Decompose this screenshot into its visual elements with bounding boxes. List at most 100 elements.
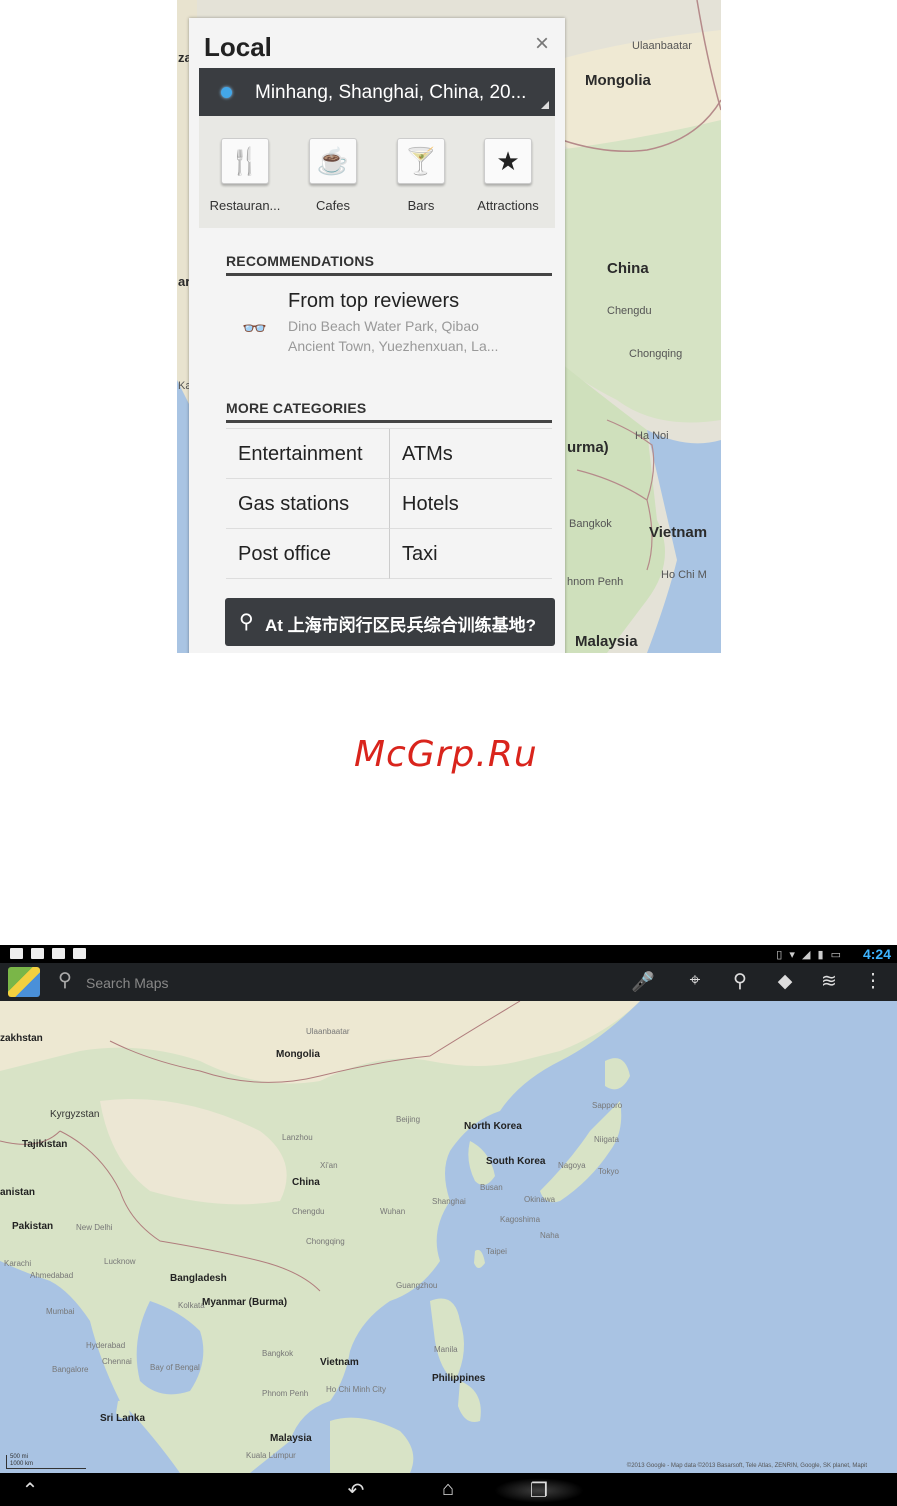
search-input[interactable]: [86, 973, 386, 993]
map-label-mumbai: Mumbai: [46, 1307, 75, 1316]
home-button[interactable]: ⌂: [428, 1478, 468, 1501]
close-icon[interactable]: ×: [535, 30, 549, 58]
layers-button[interactable]: ≋: [816, 970, 842, 993]
map-label-vietnam: Vietnam: [320, 1357, 359, 1368]
map-label-tokyo: Tokyo: [598, 1167, 619, 1176]
chat-notification-icon: [73, 948, 86, 959]
map-scale-bar: 500 mi 1000 km: [6, 1454, 86, 1469]
map-label-shanghai: Shanghai: [432, 1197, 466, 1206]
map-label-xian: Xi'an: [320, 1161, 338, 1170]
maps-tablet-screenshot: ▯ ▾ ◢ ▮ ▭ 4:24 ⚲ 🎤 ⌖ ⚲ ◆ ≋ ⋮: [0, 945, 897, 1506]
location-text: Minhang, Shanghai, China, 20...: [255, 82, 527, 103]
map-canvas: [0, 1001, 897, 1473]
location-selector[interactable]: Minhang, Shanghai, China, 20...: [199, 68, 555, 116]
map-label-wuhan: Wuhan: [380, 1207, 406, 1216]
map-label-ulaanbaatar: Ulaanbaatar: [632, 40, 692, 52]
category-gas-stations[interactable]: Gas stations: [226, 479, 389, 529]
up-chevron-icon[interactable]: ⌃: [10, 1478, 50, 1503]
local-screenshot: Ulaanbaatar Mongolia China Chengdu Chong…: [177, 0, 721, 653]
map-attribution: ©2013 Google - Map data ©2013 Basarsoft,…: [626, 1463, 867, 1469]
map-label-vietnam: Vietnam: [649, 524, 708, 541]
recommendation-title: From top reviewers: [288, 290, 460, 312]
category-taxi[interactable]: Taxi: [389, 529, 552, 579]
recommendation-subtitle: Ancient Town, Yuezhenxuan, La...: [288, 338, 499, 354]
at-location-bar[interactable]: ⚲ At 上海市闵行区民兵综合训练基地?: [225, 598, 555, 646]
section-divider: [226, 273, 552, 276]
map-label-busan: Busan: [480, 1183, 503, 1192]
directions-button[interactable]: ◆: [772, 970, 798, 993]
map-label-naha: Naha: [540, 1231, 560, 1240]
category-atms[interactable]: ATMs: [389, 429, 552, 479]
local-panel: Local × Minhang, Shanghai, China, 20... …: [189, 18, 565, 653]
system-nav-bar: ⌃ ↶ ⌂ ❐: [0, 1473, 897, 1506]
maps-app-icon[interactable]: [8, 967, 40, 997]
map-label-okinawa: Okinawa: [524, 1195, 556, 1204]
dropdown-corner-icon: [541, 101, 549, 109]
map-label-mongolia: Mongolia: [585, 72, 651, 89]
more-categories-grid: Entertainment ATMs Gas stations Hotels P…: [226, 428, 552, 579]
map-label-karachi: Karachi: [4, 1259, 32, 1268]
search-icon[interactable]: ⚲: [58, 969, 72, 992]
category-entertainment[interactable]: Entertainment: [226, 429, 389, 479]
voice-search-button[interactable]: 🎤: [630, 970, 656, 994]
map-label-south-korea: South Korea: [486, 1156, 546, 1167]
my-location-button[interactable]: ⌖: [682, 970, 708, 992]
map-label-taipei: Taipei: [486, 1247, 507, 1256]
map-label-bangladesh: Bangladesh: [170, 1273, 227, 1284]
category-label: Restauran...: [209, 198, 281, 213]
watermark-text: McGrp.Ru: [354, 734, 538, 775]
recommendation-item[interactable]: 👓 From top reviewers Dino Beach Water Pa…: [226, 286, 552, 372]
category-label: Attractions: [477, 198, 539, 213]
map-label-nagoya: Nagoya: [558, 1161, 586, 1170]
map-label-sapporo: Sapporo: [592, 1101, 623, 1110]
map-label-manila: Manila: [434, 1345, 458, 1354]
category-hotels[interactable]: Hotels: [389, 479, 552, 529]
ticket-star-icon: ★: [484, 138, 532, 184]
overflow-menu-button[interactable]: ⋮: [860, 970, 886, 993]
maps-action-bar: ⚲ 🎤 ⌖ ⚲ ◆ ≋ ⋮: [0, 963, 897, 1001]
map-label-malaysia: Malaysia: [270, 1433, 312, 1444]
category-cafes-button[interactable]: ☕ Cafes: [289, 138, 377, 213]
map-label-phnom-penh: hnom Penh: [567, 576, 624, 588]
mail-notification-icon: [52, 948, 65, 959]
map-label-kuala-lumpur: Kuala Lumpur: [246, 1451, 296, 1460]
notification-icons: [10, 948, 86, 959]
map-label-chengdu: Chengdu: [607, 305, 652, 317]
map-label-bangkok: Bangkok: [569, 518, 612, 530]
message-notification-icon: [31, 948, 44, 959]
scale-label-top: 500 mi: [10, 1454, 29, 1460]
category-bars-button[interactable]: 🍸 Bars: [377, 138, 465, 213]
map-label-ahmedabad: Ahmedabad: [30, 1271, 74, 1280]
map-label-kazakhstan: zakhstan: [0, 1033, 43, 1044]
back-button[interactable]: ↶: [336, 1478, 376, 1503]
map-label-north-korea: North Korea: [464, 1121, 522, 1132]
category-attractions-button[interactable]: ★ Attractions: [464, 138, 552, 213]
map-label-guangzhou: Guangzhou: [396, 1281, 438, 1290]
map-label-china: China: [607, 260, 649, 277]
map-label-bangkok: Bangkok: [262, 1349, 294, 1358]
map-label-new-delhi: New Delhi: [76, 1223, 113, 1232]
category-label: Cafes: [316, 198, 350, 213]
map-label-philippines: Philippines: [432, 1373, 486, 1384]
section-divider: [226, 420, 552, 423]
pin-icon: ⚲: [239, 611, 254, 633]
recent-apps-button[interactable]: ❐: [494, 1478, 584, 1503]
system-status-icons: ▯ ▾ ◢ ▮ ▭: [776, 949, 843, 961]
map-view[interactable]: zakhstan Mongolia Ulaanbaatar Kyrgyzstan…: [0, 1001, 897, 1473]
map-label-malaysia: Malaysia: [575, 633, 638, 650]
status-bar: ▯ ▾ ◢ ▮ ▭ 4:24: [0, 945, 897, 963]
category-post-office[interactable]: Post office: [226, 529, 389, 579]
glasses-icon: 👓: [242, 318, 267, 340]
map-label-myanmar: Myanmar (Burma): [202, 1297, 288, 1308]
map-label-kyrgyzstan: Kyrgyzstan: [50, 1109, 100, 1120]
map-label-beijing: Beijing: [396, 1115, 421, 1124]
map-label-ulaanbaatar: Ulaanbaatar: [306, 1027, 350, 1036]
map-label-afghanistan: anistan: [0, 1187, 36, 1198]
location-dot-icon: [221, 87, 232, 98]
map-label-bay-of-bengal: Bay of Bengal: [150, 1363, 200, 1372]
map-label-chongqing: Chongqing: [629, 348, 683, 360]
category-restaurants-button[interactable]: 🍴 Restauran...: [201, 138, 289, 213]
coffee-cup-icon: ☕: [309, 138, 357, 184]
places-button[interactable]: ⚲: [727, 970, 753, 993]
map-label-kolkata: Kolkata: [178, 1301, 205, 1310]
